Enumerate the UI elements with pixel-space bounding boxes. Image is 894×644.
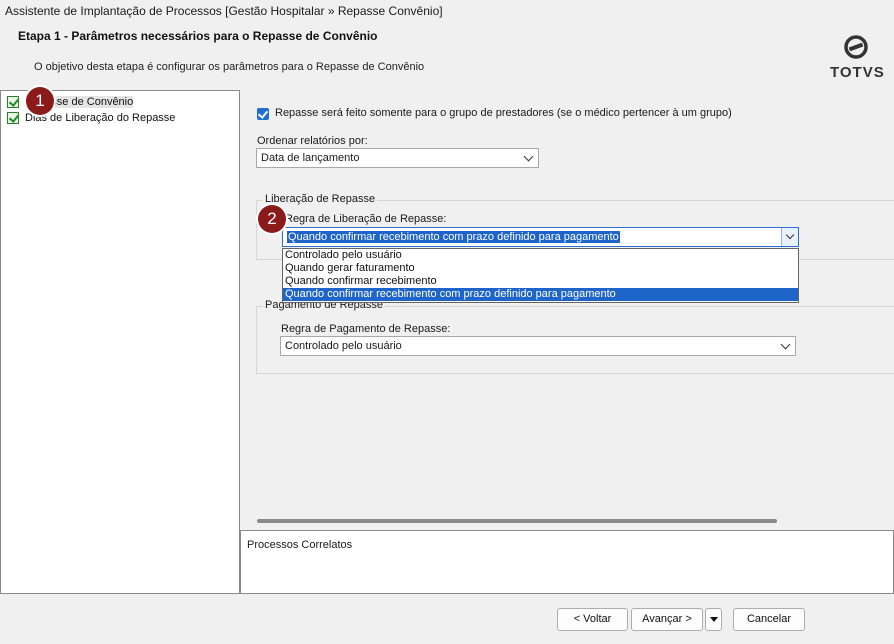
wizard-header: Etapa 1 - Parâmetros necessários para o … [0, 22, 894, 88]
annotation-badge-2: 2 [258, 205, 286, 233]
chevron-down-icon [523, 151, 534, 162]
pagamento-rule-value: Controlado pelo usuário [285, 340, 402, 352]
order-label: Ordenar relatórios por: [257, 135, 368, 147]
liberacao-rule-value: Quando confirmar recebimento com prazo d… [287, 231, 620, 243]
pagamento-rule-select[interactable]: Controlado pelo usuário [280, 336, 796, 356]
order-select[interactable]: Data de lançamento [256, 148, 539, 168]
logo-text: TOTVS [830, 64, 885, 81]
dropdown-option[interactable]: Quando confirmar recebimento [283, 275, 798, 288]
next-options-dropdown-button[interactable] [705, 608, 722, 631]
chevron-down-icon[interactable] [781, 228, 798, 246]
liberacao-rule-select[interactable]: Quando confirmar recebimento com prazo d… [282, 227, 799, 247]
green-check-icon [7, 111, 19, 124]
totvs-logo: TOTVS [826, 32, 886, 82]
parameters-panel: Repasse será feito somente para o grupo … [240, 90, 894, 530]
next-button[interactable]: Avançar > [631, 608, 703, 631]
back-button[interactable]: < Voltar [557, 608, 628, 631]
totvs-logo-icon [844, 35, 868, 59]
annotation-badge-1: 1 [26, 87, 54, 115]
window-title: Assistente de Implantação de Processos [… [0, 0, 894, 22]
step-description: O objetivo desta etapa é configurar os p… [34, 61, 425, 73]
group-checkbox-label: Repasse será feito somente para o grupo … [275, 107, 732, 119]
liberacao-group-title: Liberação de Repasse [263, 193, 378, 205]
chevron-down-icon [780, 339, 791, 350]
related-processes-title: Processos Correlatos [247, 539, 353, 551]
liberacao-dropdown-list[interactable]: Controlado pelo usuário Quando gerar fat… [282, 248, 799, 303]
liberacao-rule-label: Regra de Liberação de Repasse: [285, 213, 447, 225]
dropdown-option[interactable]: Controlado pelo usuário [283, 249, 798, 262]
cancel-button[interactable]: Cancelar [733, 608, 805, 631]
steps-tree: Repasse de Convênio Dias de Liberação do… [0, 90, 240, 594]
horizontal-scrollbar[interactable] [257, 519, 777, 523]
dropdown-option-highlighted[interactable]: Quando confirmar recebimento com prazo d… [283, 288, 798, 301]
related-processes-panel: Processos Correlatos [240, 530, 894, 594]
group-checkbox[interactable] [257, 108, 269, 120]
dropdown-option[interactable]: Quando gerar faturamento [283, 262, 798, 275]
tree-item-label: Dias de Liberação do Repasse [25, 111, 176, 124]
green-check-icon [7, 95, 19, 108]
step-title: Etapa 1 - Parâmetros necessários para o … [18, 29, 378, 43]
order-select-value: Data de lançamento [261, 152, 360, 164]
pagamento-rule-label: Regra de Pagamento de Repasse: [281, 323, 451, 335]
